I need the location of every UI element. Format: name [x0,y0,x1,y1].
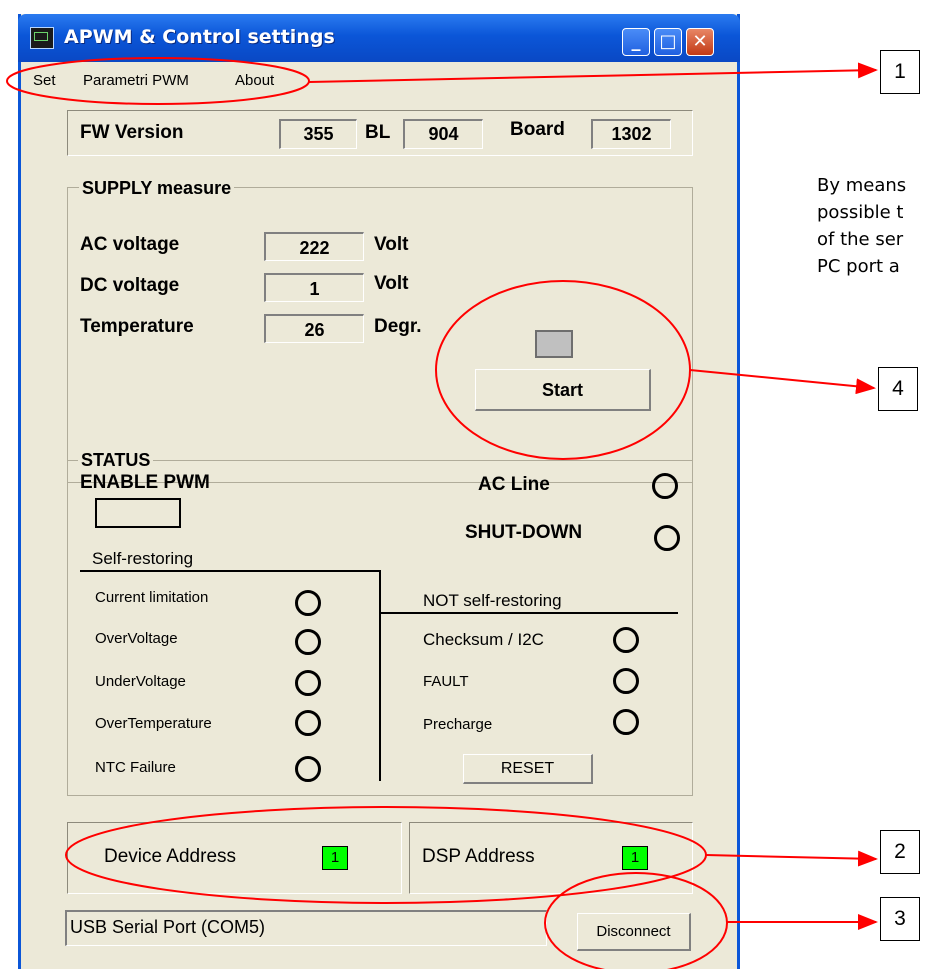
side-note-line-4: PC port a [817,256,900,277]
dc-voltage-field: 1 [264,273,364,302]
temperature-field: 26 [264,314,364,343]
serial-port-field: USB Serial Port (COM5) [65,910,547,946]
minimize-button[interactable]: _ [622,28,650,56]
board-label: Board [510,119,565,140]
window-title: APWM & Control settings [64,26,335,48]
checksum-i2c-led [613,627,639,653]
ac-voltage-unit: Volt [374,234,409,255]
ac-voltage-field: 222 [264,232,364,261]
ac-voltage-label: AC voltage [80,234,180,255]
minimize-icon: _ [631,31,641,52]
supply-title: SUPPLY measure [79,178,235,199]
precharge-label: Precharge [423,716,493,733]
enable-pwm-indicator [95,498,181,528]
temperature-label: Temperature [80,316,194,337]
self-restoring-divider [80,570,380,572]
current-limitation-led [295,590,321,616]
ntc-failure-led [295,756,321,782]
reset-button[interactable]: RESET [463,754,593,784]
ac-line-label: AC Line [478,474,550,495]
callout-3: 3 [880,897,920,941]
callout-2: 2 [880,830,920,874]
side-note-line-2: possible t [817,202,904,223]
shutdown-label: SHUT-DOWN [465,522,583,543]
overvoltage-led [295,629,321,655]
fw-version-field: 355 [279,119,357,149]
column-divider [379,570,381,781]
device-address-led: 1 [322,846,348,870]
self-restoring-label: Self-restoring [92,549,194,568]
callout-1: 1 [880,50,920,94]
undervoltage-led [295,670,321,696]
callout-4: 4 [878,367,918,411]
fault-label: FAULT [423,673,469,690]
shutdown-led [654,525,680,551]
precharge-led [613,709,639,735]
checksum-i2c-label: Checksum / I2C [423,630,544,649]
overtemperature-label: OverTemperature [95,715,212,732]
overtemperature-led [295,710,321,736]
fw-version-label: FW Version [80,122,184,143]
overvoltage-label: OverVoltage [95,630,178,647]
maximize-icon: □ [659,31,677,52]
dc-voltage-label: DC voltage [80,275,180,296]
board-field: 1302 [591,119,671,149]
disconnect-button[interactable]: Disconnect [577,913,691,951]
undervoltage-label: UnderVoltage [95,673,186,690]
start-button[interactable]: Start [475,369,651,411]
not-self-restoring-divider [380,612,678,614]
enable-pwm-label: ENABLE PWM [80,472,210,493]
measure-status-indicator [535,330,573,358]
temperature-unit: Degr. [374,316,422,337]
current-limitation-label: Current limitation [95,589,209,606]
bl-label: BL [365,122,391,143]
app-icon [30,27,54,49]
side-note: By means possible t of the ser PC port a [817,172,906,280]
menu-item-about[interactable]: About [235,72,274,89]
bl-version-field: 904 [403,119,483,149]
ntc-failure-label: NTC Failure [95,759,176,776]
dsp-address-label: DSP Address [422,846,535,867]
not-self-restoring-label: NOT self-restoring [423,591,562,610]
maximize-button[interactable]: □ [654,28,682,56]
fault-led [613,668,639,694]
device-address-label: Device Address [104,846,237,867]
menu-item-parametri-pwm[interactable]: Parametri PWM [83,72,189,89]
side-note-line-3: of the ser [817,229,904,250]
close-icon: ✕ [692,31,708,52]
dsp-address-led: 1 [622,846,648,870]
close-button[interactable]: ✕ [686,28,714,56]
status-title: STATUS [78,450,154,471]
ac-line-led [652,473,678,499]
side-note-line-1: By means [817,175,907,196]
menu-item-set[interactable]: Set [33,72,56,89]
dc-voltage-unit: Volt [374,273,409,294]
